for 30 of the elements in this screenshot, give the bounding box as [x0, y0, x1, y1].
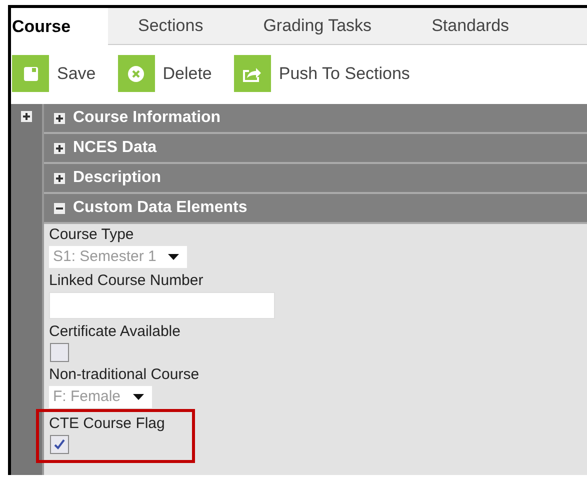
field-label: Non-traditional Course: [49, 365, 200, 384]
field-label: Linked Course Number: [49, 271, 204, 290]
expand-icon[interactable]: [21, 111, 32, 122]
section-header[interactable]: NCES Data: [44, 134, 587, 164]
field-label: Certificate Available: [49, 322, 180, 341]
field-label: CTE Course Flag: [49, 414, 165, 433]
tab[interactable]: Course: [11, 8, 108, 45]
section-header[interactable]: Course Information: [44, 104, 587, 134]
share-icon: [234, 55, 271, 92]
expand-icon: [54, 172, 65, 184]
collapse-icon: [54, 202, 65, 214]
dropdown-caret-icon: [168, 254, 180, 260]
checkbox[interactable]: [50, 435, 69, 454]
tab[interactable]: Standards: [402, 8, 540, 44]
checkbox[interactable]: [50, 343, 69, 362]
delete-icon: [118, 55, 155, 92]
tab[interactable]: Grading Tasks: [233, 8, 402, 44]
toolbar-button[interactable]: Delete: [118, 55, 212, 92]
expand-icon: [54, 142, 65, 154]
section-header[interactable]: Custom Data Elements: [44, 194, 587, 224]
text-field[interactable]: [49, 292, 275, 319]
check-icon: [53, 438, 66, 451]
toolbar-button[interactable]: Push To Sections: [234, 55, 410, 92]
field-label: Course Type: [49, 225, 134, 244]
tab[interactable]: Sections: [108, 8, 234, 44]
dropdown-caret-icon: [132, 394, 144, 400]
section-header[interactable]: Description: [44, 164, 587, 194]
expand-icon: [54, 112, 65, 124]
toolbar-button[interactable]: Save: [12, 55, 96, 92]
save-icon: [12, 55, 49, 92]
